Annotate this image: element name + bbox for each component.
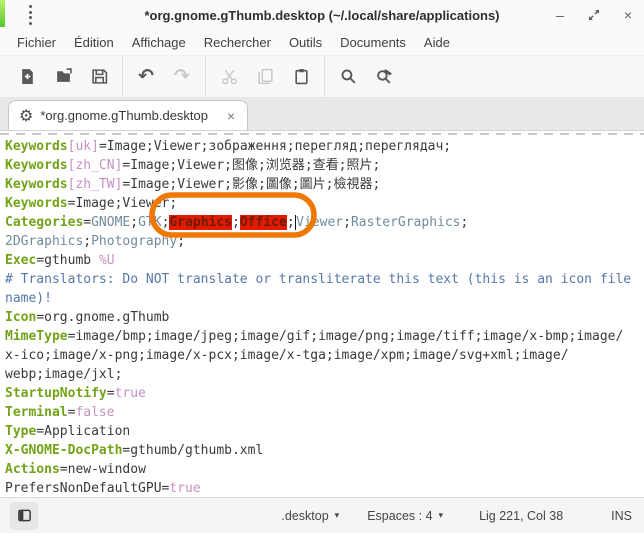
gear-icon: ⚙ xyxy=(19,108,33,124)
new-document-icon xyxy=(19,68,36,85)
copy-pages-icon xyxy=(257,68,274,85)
open-button[interactable] xyxy=(45,61,81,93)
minimize-button[interactable]: – xyxy=(550,5,570,25)
document-tab[interactable]: ⚙ *org.gnome.gThumb.desktop × xyxy=(8,100,248,130)
menu-fichier[interactable]: Fichier xyxy=(8,32,65,53)
editor-line: Keywords[zh_TW]=Image;Viewer;影像;圖像;圖片;檢視… xyxy=(5,175,644,194)
magnifier-edit-icon xyxy=(376,68,393,85)
search-replace-button[interactable] xyxy=(366,61,402,93)
open-folder-icon xyxy=(55,68,72,85)
chevron-down-icon: ▾ xyxy=(439,510,444,521)
statusbar-right: .desktop ▾ Espaces : 4 ▾ Lig 221, Col 38… xyxy=(267,509,634,523)
search-button[interactable] xyxy=(330,61,366,93)
editor-line: # Translators: Do NOT translate or trans… xyxy=(5,270,644,289)
menu-rechercher[interactable]: Rechercher xyxy=(195,32,280,53)
floppy-disk-icon xyxy=(91,68,108,85)
menu-affichage[interactable]: Affichage xyxy=(123,32,195,53)
scissors-icon xyxy=(221,68,238,85)
input-mode: INS xyxy=(585,509,634,523)
tab-close-icon[interactable]: × xyxy=(227,109,235,123)
editor-line: Keywords[uk]=Image;Viewer;зображення;пер… xyxy=(5,137,644,156)
side-panel-toggle-button[interactable] xyxy=(10,502,38,530)
editor-line: webp;image/jxl; xyxy=(5,365,644,384)
indent-dropdown[interactable]: Espaces : 4 ▾ xyxy=(353,509,457,523)
editor-line: name)! xyxy=(5,289,644,308)
redo-arrow-icon: ↷ xyxy=(174,67,190,86)
editor-line: Terminal=false xyxy=(5,403,644,422)
side-panel-icon xyxy=(17,508,32,523)
undo-button[interactable]: ↶ xyxy=(128,61,164,93)
new-document-button[interactable] xyxy=(9,61,45,93)
restore-button[interactable] xyxy=(584,5,604,25)
statusbar: .desktop ▾ Espaces : 4 ▾ Lig 221, Col 38… xyxy=(0,497,644,533)
text-editor-window: { "window": { "title": "*org.gnome.gThum… xyxy=(0,0,644,533)
magnifier-icon xyxy=(340,68,357,85)
editor-area[interactable]: Keywords[uk]=Image;Viewer;зображення;пер… xyxy=(0,131,644,497)
window-menu-dots-icon[interactable] xyxy=(29,5,32,25)
copy-button[interactable] xyxy=(247,61,283,93)
menu-outils[interactable]: Outils xyxy=(280,32,331,53)
paste-button[interactable] xyxy=(283,61,319,93)
toolbar: ↶ ↷ xyxy=(0,56,644,98)
restore-icon xyxy=(587,8,601,22)
save-button[interactable] xyxy=(81,61,117,93)
editor-line: Exec=gthumb %U xyxy=(5,251,644,270)
menu-documents[interactable]: Documents xyxy=(331,32,415,53)
editor-line: x-ico;image/x-png;image/x-pcx;image/x-tg… xyxy=(5,346,644,365)
redo-button[interactable]: ↷ xyxy=(164,61,200,93)
cursor-position: Lig 221, Col 38 xyxy=(457,509,585,523)
window-controls: – × xyxy=(550,0,638,30)
menubar: Fichier Édition Affichage Rechercher Out… xyxy=(0,30,644,56)
desktop-corner-strip xyxy=(0,0,5,27)
close-button[interactable]: × xyxy=(618,5,638,25)
editor-line: Icon=org.gnome.gThumb xyxy=(5,308,644,327)
editor-line: X-GNOME-DocPath=gthumb/gthumb.xml xyxy=(5,441,644,460)
editor-line: PrefersNonDefaultGPU=true xyxy=(5,479,644,497)
editor-text: Keywords[uk]=Image;Viewer;зображення;пер… xyxy=(0,135,644,497)
cut-button[interactable] xyxy=(211,61,247,93)
editor-line: Keywords=Image;Viewer; xyxy=(5,194,644,213)
undo-arrow-icon: ↶ xyxy=(138,67,154,86)
menu-aide[interactable]: Aide xyxy=(415,32,459,53)
filetype-dropdown[interactable]: .desktop ▾ xyxy=(267,509,353,523)
editor-line: 2DGraphics;Photography; xyxy=(5,232,644,251)
editor-line: MimeType=image/bmp;image/jpeg;image/gif;… xyxy=(5,327,644,346)
tabbar: ⚙ *org.gnome.gThumb.desktop × xyxy=(0,98,644,131)
editor-line: Categories=GNOME;GTK;Graphics;Office;Vie… xyxy=(5,213,644,232)
editor-line: Actions=new-window xyxy=(5,460,644,479)
editor-line: Keywords[zh_CN]=Image;Viewer;图像;浏览器;查看;照… xyxy=(5,156,644,175)
editor-line: StartupNotify=true xyxy=(5,384,644,403)
menu-edition[interactable]: Édition xyxy=(65,32,123,53)
editor-line: Type=Application xyxy=(5,422,644,441)
window-title: *org.gnome.gThumb.desktop (~/.local/shar… xyxy=(144,8,499,23)
chevron-down-icon: ▾ xyxy=(335,510,340,521)
clipboard-icon xyxy=(293,68,310,85)
titlebar: *org.gnome.gThumb.desktop (~/.local/shar… xyxy=(0,0,644,30)
tab-label: *org.gnome.gThumb.desktop xyxy=(40,108,208,123)
